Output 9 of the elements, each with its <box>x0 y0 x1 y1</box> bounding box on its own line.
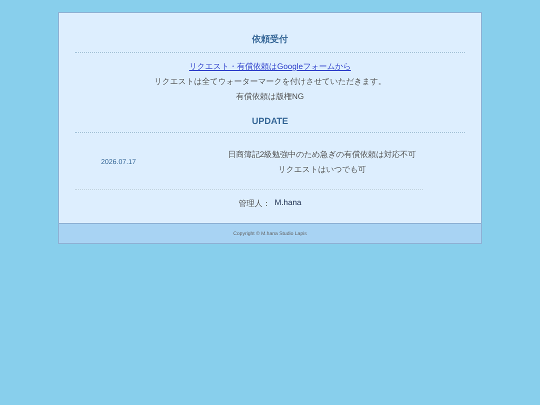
admin-label: 管理人： <box>238 198 271 209</box>
form-link[interactable]: リクエスト・有償依頼はGoogleフォームから <box>189 61 351 72</box>
notice-text: 有償依頼は版権NG <box>236 91 304 102</box>
notice-text: リクエストは全てウォーターマークを付けさせていただきます。 <box>154 76 386 87</box>
update-text: リクエストはいつでも可 <box>278 164 366 175</box>
section-title: UPDATE <box>75 116 465 133</box>
section-title: 依頼受付 <box>75 33 465 53</box>
update-text: 日商簿記2級勉強中のため急ぎの有償依頼は対応不可 <box>228 149 416 160</box>
admin-name: M.hana <box>274 198 302 209</box>
